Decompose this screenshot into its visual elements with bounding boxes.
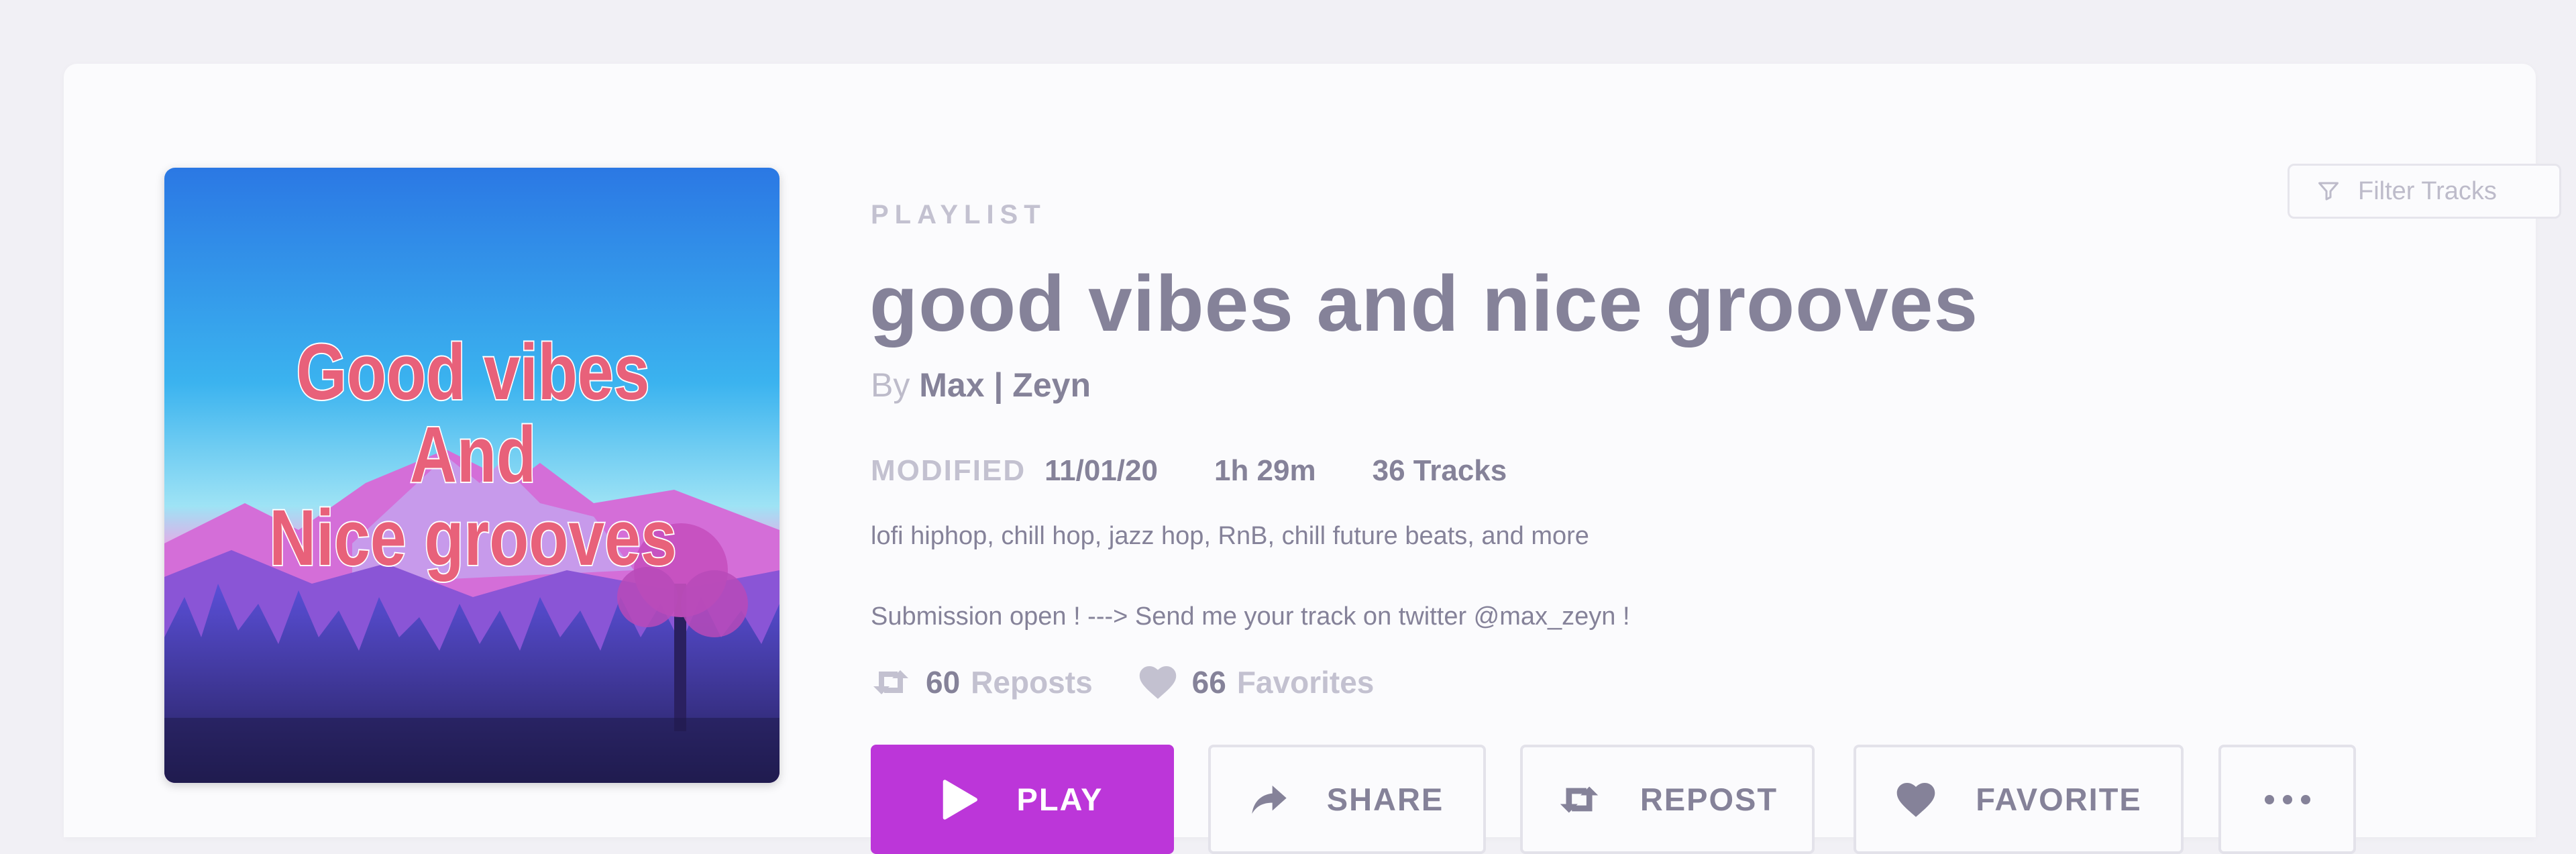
more-dots-icon (2264, 794, 2311, 805)
repost-icon (871, 665, 914, 699)
track-count: 36 Tracks (1372, 454, 1507, 487)
playlist-artwork[interactable]: Good vibes And Nice grooves (164, 168, 780, 783)
favorites-count: 66 (1191, 665, 1226, 700)
repost-label: REPOST (1640, 782, 1778, 817)
artwork-text-line2: And (410, 410, 536, 498)
playlist-header-card: Good vibes And Nice grooves PLAYLIST goo… (64, 64, 2561, 854)
filter-tracks-input[interactable] (2357, 176, 2558, 207)
author-link[interactable]: Max | Zeyn (919, 366, 1091, 404)
repost-icon (1557, 782, 1601, 817)
play-button[interactable]: PLAY (871, 745, 1174, 854)
playlist-duration: 1h 29m (1214, 454, 1316, 487)
modified-date: 11/01/20 (1044, 454, 1158, 487)
content-type-label: PLAYLIST (871, 200, 1046, 229)
playlist-title: good vibes and nice grooves (869, 260, 1979, 348)
reposts-label: Reposts (971, 665, 1093, 700)
modified-label: MODIFIED (871, 454, 1026, 487)
funnel-icon (2316, 178, 2343, 205)
play-icon (941, 779, 978, 820)
share-label: SHARE (1326, 782, 1444, 817)
reposts-count: 60 (926, 665, 961, 700)
description-line: Submission open ! ---> Send me your trac… (871, 602, 1630, 631)
share-button[interactable]: SHARE (1208, 745, 1486, 854)
more-options-button[interactable] (2218, 745, 2356, 854)
favorite-button[interactable]: FAVORITE (1854, 745, 2184, 854)
artwork-text-line3: Nice grooves (269, 493, 677, 582)
repost-button[interactable]: REPOST (1520, 745, 1815, 854)
reposts-stat[interactable]: 60 Reposts (871, 664, 1093, 700)
favorites-label: Favorites (1236, 665, 1375, 700)
artwork-image: Good vibes And Nice grooves (164, 168, 780, 783)
heart-icon (1137, 665, 1180, 699)
artwork-text-line1: Good vibes (297, 327, 650, 416)
play-label: PLAY (1016, 782, 1104, 817)
filter-tracks-field[interactable] (2288, 164, 2561, 219)
by-prefix: By (871, 366, 910, 404)
playlist-meta: MODIFIED 11/01/20 1h 29m 36 Tracks (871, 454, 1507, 488)
description-line: lofi hiphop, chill hop, jazz hop, RnB, c… (871, 522, 1589, 550)
playlist-stats: 60 Reposts 66 Favorites (871, 664, 1374, 700)
heart-icon (1895, 782, 1937, 818)
byline: By Max | Zeyn (871, 366, 1091, 405)
favorite-label: FAVORITE (1976, 782, 2142, 817)
share-arrow-icon (1250, 784, 1288, 816)
favorites-stat[interactable]: 66 Favorites (1137, 664, 1375, 700)
